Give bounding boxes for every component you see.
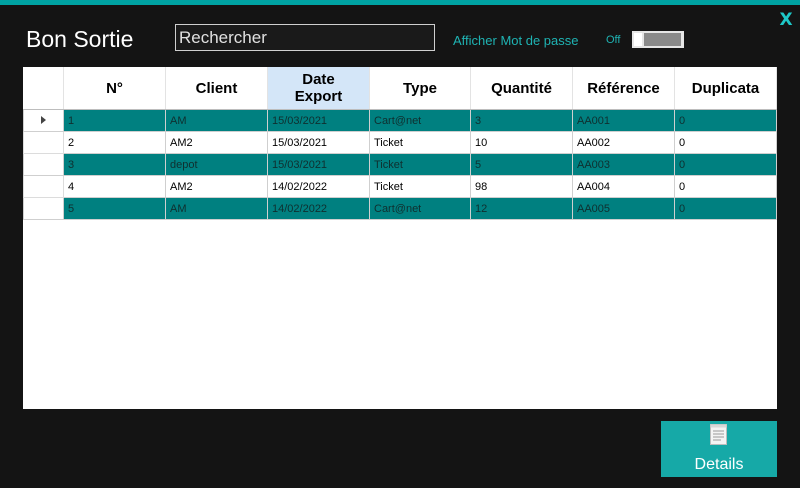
cell-type[interactable]: Ticket: [369, 175, 471, 198]
cell-client[interactable]: AM: [165, 109, 268, 132]
row-header[interactable]: [23, 131, 64, 154]
details-button[interactable]: Details: [661, 421, 777, 477]
cell-quantite[interactable]: 98: [470, 175, 573, 198]
cell-quantite[interactable]: 5: [470, 153, 573, 176]
cell-reference[interactable]: AA004: [572, 175, 675, 198]
cell-date-export[interactable]: 15/03/2021: [267, 109, 370, 132]
cell-reference[interactable]: AA001: [572, 109, 675, 132]
bon-sortie-table: N° Client Date Export Type Quantité Réfé…: [23, 67, 777, 220]
date-header-line2: Export: [294, 88, 343, 105]
toggle-state-label: Off: [606, 34, 621, 46]
show-password-toggle[interactable]: [632, 31, 684, 48]
cell-duplicata[interactable]: 0: [674, 175, 777, 198]
toggle-knob: [634, 33, 642, 46]
cell-duplicata[interactable]: 0: [674, 109, 777, 132]
cell-quantite[interactable]: 3: [470, 109, 573, 132]
column-header-quantite[interactable]: Quantité: [470, 67, 573, 110]
row-header-corner: [23, 67, 64, 110]
close-button[interactable]: X: [776, 10, 796, 30]
row-header[interactable]: [23, 153, 64, 176]
show-password-label: Afficher Mot de passe: [453, 33, 579, 48]
cell-client[interactable]: AM2: [165, 131, 268, 154]
cell-client[interactable]: AM: [165, 197, 268, 220]
cell-client[interactable]: depot: [165, 153, 268, 176]
document-icon: [710, 424, 727, 445]
cell-date-export[interactable]: 15/03/2021: [267, 131, 370, 154]
cell-duplicata[interactable]: 0: [674, 131, 777, 154]
cell-date-export[interactable]: 15/03/2021: [267, 153, 370, 176]
cell-reference[interactable]: AA003: [572, 153, 675, 176]
table-row[interactable]: 5 AM 14/02/2022 Cart@net 12 AA005 0: [23, 197, 777, 220]
details-button-label: Details: [694, 456, 744, 473]
toggle-track: [644, 33, 681, 46]
data-grid[interactable]: N° Client Date Export Type Quantité Réfé…: [23, 67, 777, 409]
header-row: N° Client Date Export Type Quantité Réfé…: [23, 67, 777, 110]
row-header[interactable]: [23, 197, 64, 220]
cell-numero[interactable]: 3: [63, 153, 166, 176]
column-header-reference[interactable]: Référence: [572, 67, 675, 110]
window-title: Bon Sortie: [26, 26, 134, 52]
cell-type[interactable]: Ticket: [369, 153, 471, 176]
cell-numero[interactable]: 5: [63, 197, 166, 220]
column-header-type[interactable]: Type: [369, 67, 471, 110]
cell-quantite[interactable]: 12: [470, 197, 573, 220]
cell-reference[interactable]: AA002: [572, 131, 675, 154]
cell-duplicata[interactable]: 0: [674, 153, 777, 176]
cell-duplicata[interactable]: 0: [674, 197, 777, 220]
date-header-line1: Date: [302, 71, 335, 88]
cell-date-export[interactable]: 14/02/2022: [267, 197, 370, 220]
row-header[interactable]: [23, 109, 64, 132]
cell-reference[interactable]: AA005: [572, 197, 675, 220]
table-row[interactable]: 1 AM 15/03/2021 Cart@net 3 AA001 0: [23, 109, 777, 132]
table-row[interactable]: 4 AM2 14/02/2022 Ticket 98 AA004 0: [23, 175, 777, 198]
table-row[interactable]: 3 depot 15/03/2021 Ticket 5 AA003 0: [23, 153, 777, 176]
cell-date-export[interactable]: 14/02/2022: [267, 175, 370, 198]
cell-client[interactable]: AM2: [165, 175, 268, 198]
cell-type[interactable]: Ticket: [369, 131, 471, 154]
column-header-numero[interactable]: N°: [63, 67, 166, 110]
row-header[interactable]: [23, 175, 64, 198]
column-header-client[interactable]: Client: [165, 67, 268, 110]
column-header-duplicata[interactable]: Duplicata: [674, 67, 777, 110]
cell-numero[interactable]: 2: [63, 131, 166, 154]
cell-type[interactable]: Cart@net: [369, 197, 471, 220]
search-input[interactable]: [175, 24, 435, 51]
column-header-date-export[interactable]: Date Export: [267, 67, 370, 110]
cell-numero[interactable]: 4: [63, 175, 166, 198]
table-row[interactable]: 2 AM2 15/03/2021 Ticket 10 AA002 0: [23, 131, 777, 154]
cell-quantite[interactable]: 10: [470, 131, 573, 154]
cell-type[interactable]: Cart@net: [369, 109, 471, 132]
row-arrow-icon: [41, 115, 46, 124]
window-accent-bar: [0, 0, 800, 5]
cell-numero[interactable]: 1: [63, 109, 166, 132]
